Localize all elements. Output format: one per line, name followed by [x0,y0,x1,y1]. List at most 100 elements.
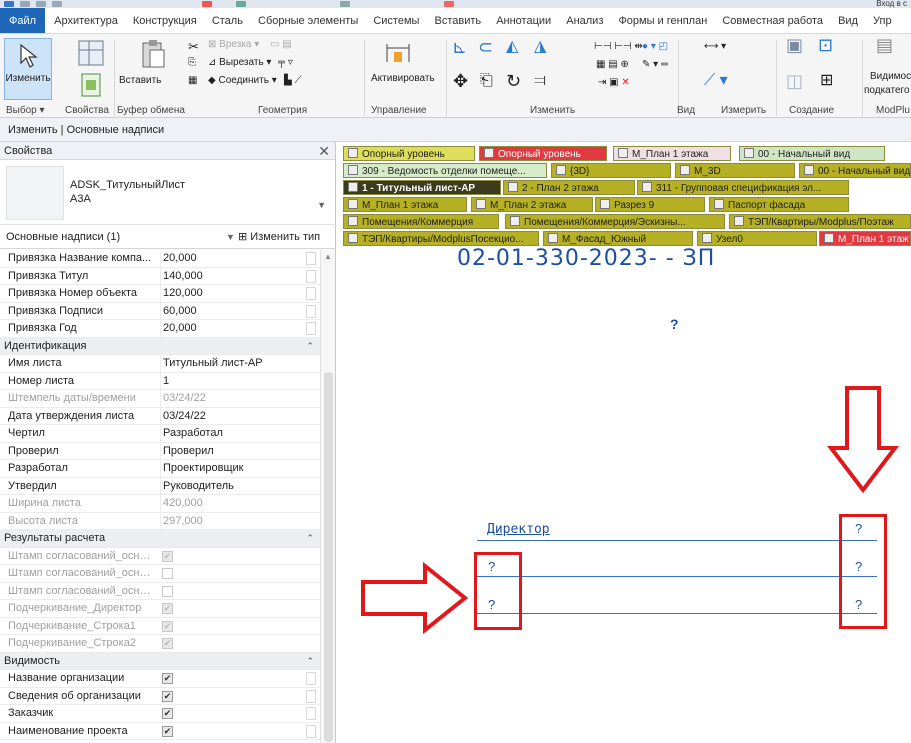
instance-filter[interactable]: Основные надписи (1) ▼ ⊞ Изменить тип [0,225,335,249]
mirror-draw-icon[interactable]: ◮ [534,39,546,55]
edit-type-button[interactable]: ⊞ Изменить тип [238,225,320,249]
dimension-icon[interactable]: ⟋ ▾ [704,73,728,89]
property-row[interactable]: Утвердил Руководитель [0,477,320,495]
property-row[interactable]: Чертил Разработал [0,425,320,443]
associate-parameter-button[interactable] [306,672,316,685]
property-checkbox-row[interactable]: Штамп согласований_осн_2... ✔ [0,548,320,565]
properties-icon[interactable] [80,72,102,98]
property-checkbox[interactable]: ✔ [162,725,173,737]
document-tab[interactable]: М_План 2 этажа [471,197,593,212]
3d-view-icon[interactable] [340,1,350,7]
property-value[interactable]: Проверил [160,442,304,460]
document-tab[interactable]: Разрез 9 [595,197,705,212]
property-row[interactable]: Высота листа 297,000 [0,512,320,530]
collapse-icon[interactable]: ⌃ [306,338,314,355]
open-icon[interactable] [20,1,30,7]
property-checkbox-row[interactable]: Заказчик ✔ [0,705,320,723]
linework-icon[interactable]: ✎ ▾ ═ [642,58,668,72]
join-geometry-button[interactable]: ◆ Соединить ▾ [208,74,277,88]
document-tab[interactable]: М_Фасад_Южный [543,231,693,246]
document-tab[interactable]: Опорный уровень [479,146,607,161]
associate-parameter-button[interactable] [306,724,316,738]
property-checkbox-row[interactable]: Сведения об организации ✔ [0,688,320,705]
property-value[interactable]: 140,000 [160,267,304,285]
type-selector[interactable]: ADSK_ТитульныйЛист А3А ▼ [0,160,335,225]
document-tab[interactable]: ТЭП/Квартиры/Modplus/Поэтаж [729,214,911,229]
scissors-icon[interactable]: ✂ [188,40,199,54]
copy-icon[interactable]: ⎘ [188,56,196,70]
property-checkbox[interactable]: ✔ [162,708,173,719]
tab-systems[interactable]: Системы [367,8,425,33]
associate-parameter-button[interactable] [306,322,316,335]
associate-parameter-button[interactable] [306,287,316,300]
tab-architecture[interactable]: Архитектура [48,8,124,33]
property-row[interactable]: Привязка Год 20,000 [0,320,320,338]
document-tab[interactable]: ТЭП/Квартиры/ModplusПосекцио... [343,231,539,246]
document-tab[interactable]: 311 - Групповая спецификация эл... [637,180,849,195]
drawing-area[interactable]: Опорный уровень Опорный уровень М_План 1 э… [337,142,911,743]
copy-element-icon[interactable]: ⎗ [480,73,493,89]
tab-manage[interactable]: Упр [867,8,898,33]
tab-precast[interactable]: Сборные элементы [252,8,364,33]
document-tab[interactable]: М_3D [675,163,795,178]
property-checkbox-row[interactable]: Подчеркивание_Строка1 ✔ [0,618,320,635]
scale-icon[interactable]: ⇥ ▣ ✕ [598,76,630,90]
measure-icon[interactable] [236,1,246,7]
property-value[interactable]: Проектировщик [160,460,304,477]
split-face-icon[interactable]: ▭ ▤ [270,38,292,52]
paste-icon[interactable] [140,38,166,70]
visibility-label2[interactable]: подкатего [864,84,910,98]
document-tab[interactable]: М_План 1 этаж [819,231,911,246]
document-tab[interactable]: Помещения/Коммерция [343,214,499,229]
create-part-icon[interactable]: ▣ [786,36,803,54]
property-checkbox-row[interactable]: Подчеркивание_Строка2 ✔ [0,635,320,653]
type-properties-icon[interactable] [76,38,106,68]
document-tab[interactable]: М_План 1 этажа [613,146,731,161]
create-assembly-icon[interactable]: ⊞ [820,73,833,89]
tab-analyze[interactable]: Анализ [560,8,609,33]
property-checkbox[interactable]: ✔ [162,690,173,702]
chevron-down-icon[interactable]: ▼ [226,225,235,249]
property-group[interactable]: Видимость ⌃ [0,652,320,670]
property-row[interactable]: Привязка Титул 140,000 [0,267,320,285]
visibility-label[interactable]: Видимос [870,70,911,84]
property-row[interactable]: Привязка Название компа... 20,000 [0,250,320,268]
property-row[interactable]: Дата утверждения листа 03/24/22 [0,407,320,425]
associate-parameter-button[interactable] [306,269,316,283]
activate-icon[interactable] [384,38,412,66]
collapse-icon[interactable]: ⌃ [306,653,314,670]
document-tab[interactable]: {3D} [551,163,671,178]
property-checkbox[interactable]: ✔ [162,673,173,684]
match-properties-icon[interactable]: ▦ [188,74,197,88]
property-group[interactable]: Результаты расчета ⌃ [0,530,320,548]
create-similar-icon[interactable]: ◫ [786,72,803,90]
scroll-up-icon[interactable]: ▲ [324,252,332,261]
property-checkbox-row[interactable]: Штамп согласований_осн_6... [0,583,320,600]
app-icon[interactable] [4,1,14,7]
property-checkbox-row[interactable]: Штамп согласований_осн_4... [0,565,320,583]
document-tab[interactable]: Помещения/Коммерция/Эскизны... [505,214,725,229]
property-row[interactable]: Привязка Подписи 60,000 [0,302,320,320]
document-tab[interactable]: 00 - Начальный вид [739,146,885,161]
associate-parameter-button[interactable] [306,689,316,703]
property-value[interactable]: 1 [160,372,304,390]
paste-label[interactable]: Вставить [119,74,161,88]
document-tab[interactable]: 1 - Титульный лист-АР [343,180,501,195]
document-tab[interactable]: М_План 1 этажа [343,197,467,212]
align-icon[interactable]: ⊾ [452,38,467,56]
rotate-icon[interactable]: ↻ [506,72,521,90]
create-group-icon[interactable]: ⊡ [818,36,833,54]
associate-parameter-button[interactable] [306,304,316,318]
property-value[interactable]: Руководитель [160,477,304,495]
property-row[interactable]: Привязка Номер объекта 120,000 [0,285,320,303]
wall-joins-icon[interactable]: ╤ ▿ [278,56,293,70]
tab-insert[interactable]: Вставить [428,8,487,33]
sync-icon[interactable] [52,1,62,7]
property-value[interactable]: Титульный лист-АР [160,355,304,372]
collapse-icon[interactable]: ⌃ [306,530,314,547]
demolish-icon[interactable]: ▙ ⟋ [284,74,301,88]
cope-button[interactable]: ⊠ Врезка ▾ [208,38,259,52]
modify-button[interactable]: Изменить [4,38,52,100]
tab-collaborate[interactable]: Совместная работа [716,8,829,33]
property-value[interactable]: 03/24/22 [160,407,304,425]
